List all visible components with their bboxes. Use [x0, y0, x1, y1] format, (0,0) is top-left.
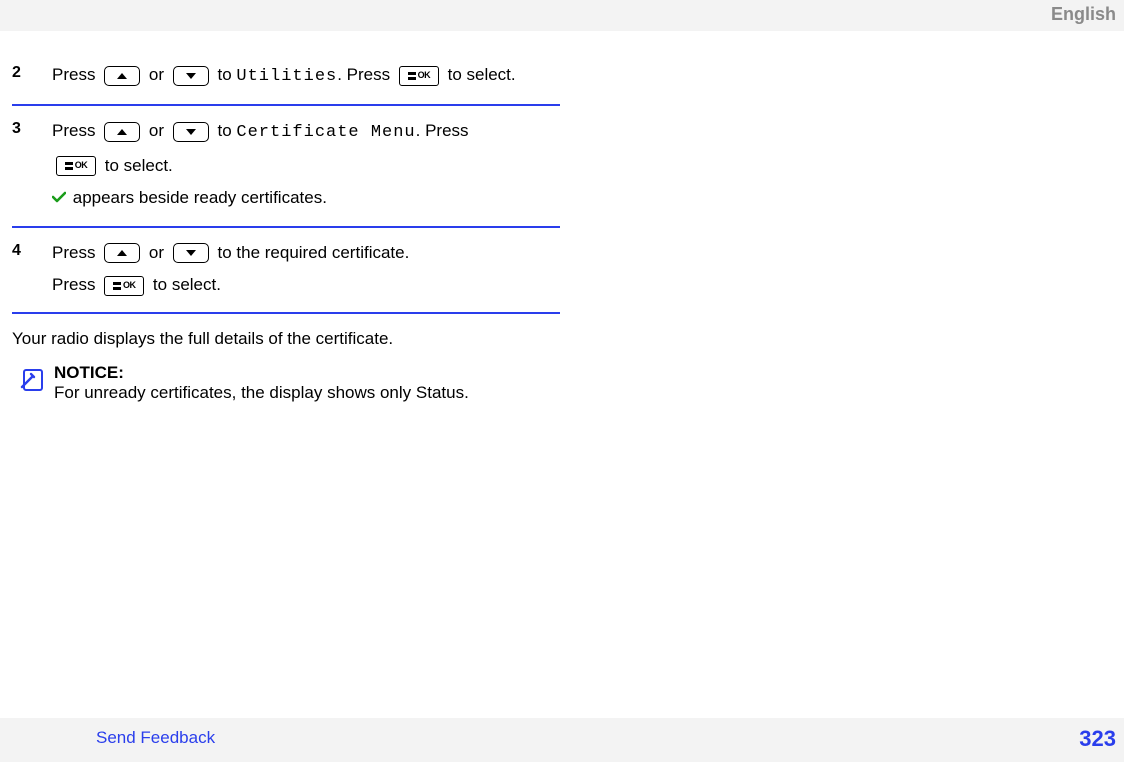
- notice-body-text: For unready certificates, the display sh…: [54, 383, 560, 403]
- menu-target: Utilities: [236, 67, 337, 86]
- step-number: 2: [12, 62, 52, 96]
- text: to select.: [105, 156, 173, 175]
- text: . Press: [416, 121, 469, 140]
- page-content: 2 Press or to Utilities. Press OK to sel…: [12, 56, 560, 403]
- menu-target: Certificate Menu: [236, 123, 415, 142]
- text: appears beside ready certificates.: [73, 188, 327, 207]
- text: . Press: [337, 65, 395, 84]
- step-body: Press or to Certificate Menu. Press OK t…: [52, 118, 560, 217]
- result-text: Your radio displays the full details of …: [12, 326, 560, 352]
- notice-icon: [20, 363, 54, 403]
- down-arrow-icon: [173, 66, 209, 86]
- header-bar: English: [0, 0, 1124, 31]
- text: to select.: [153, 275, 221, 294]
- page-number: 323: [1079, 726, 1116, 752]
- send-feedback-link[interactable]: Send Feedback: [96, 728, 215, 748]
- text: Press: [52, 243, 100, 262]
- step-number: 3: [12, 118, 52, 217]
- step-3: 3 Press or to Certificate Menu. Press OK: [12, 112, 560, 227]
- up-arrow-icon: [104, 122, 140, 142]
- text: or: [149, 65, 169, 84]
- step-body: Press or to the required certificate. Pr…: [52, 240, 560, 305]
- text: to the required certificate.: [218, 243, 410, 262]
- language-label: English: [1051, 4, 1116, 25]
- text: Press: [52, 65, 100, 84]
- text: Press: [52, 275, 100, 294]
- ok-button-icon: OK: [56, 156, 96, 176]
- check-icon: [52, 185, 66, 211]
- text: to: [218, 65, 237, 84]
- step-number: 4: [12, 240, 52, 305]
- up-arrow-icon: [104, 243, 140, 263]
- step-2: 2 Press or to Utilities. Press OK to sel…: [12, 56, 560, 106]
- step-body: Press or to Utilities. Press OK to selec…: [52, 62, 560, 96]
- down-arrow-icon: [173, 122, 209, 142]
- ok-button-icon: OK: [104, 276, 144, 296]
- ok-label: OK: [75, 159, 88, 173]
- notice-block: NOTICE: For unready certificates, the di…: [12, 363, 560, 403]
- ok-label: OK: [418, 69, 431, 83]
- text: to select.: [448, 65, 516, 84]
- notice-title: NOTICE:: [54, 363, 560, 383]
- text: or: [149, 243, 169, 262]
- step-4: 4 Press or to the required certificate. …: [12, 234, 560, 315]
- down-arrow-icon: [173, 243, 209, 263]
- text: or: [149, 121, 169, 140]
- text: to: [218, 121, 237, 140]
- ok-label: OK: [123, 279, 136, 293]
- ok-button-icon: OK: [399, 66, 439, 86]
- up-arrow-icon: [104, 66, 140, 86]
- text: Press: [52, 121, 100, 140]
